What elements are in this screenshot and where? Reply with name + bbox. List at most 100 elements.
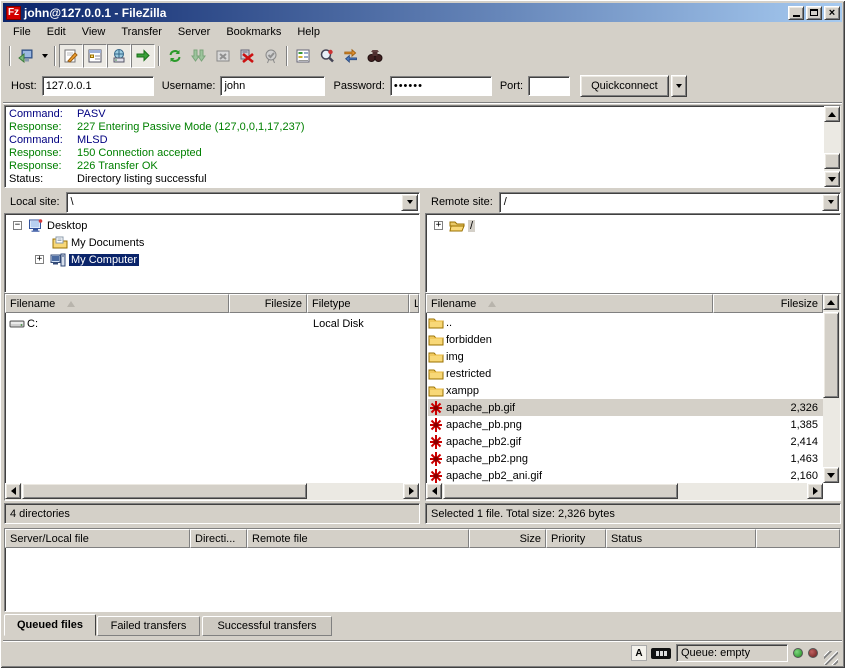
compare-button[interactable] bbox=[315, 44, 339, 68]
remote-row[interactable]: apache_pb2_ani.gif2,160 bbox=[428, 467, 823, 484]
port-input[interactable] bbox=[528, 76, 570, 96]
tree-item-my-documents[interactable]: My Documents bbox=[35, 234, 144, 251]
remote-row[interactable]: forbidden bbox=[428, 331, 823, 348]
queue-column-status[interactable]: Status bbox=[606, 529, 756, 548]
remote-row-selected[interactable]: apache_pb.gif2,326 bbox=[428, 399, 823, 416]
tree-item-root[interactable]: + / bbox=[434, 217, 475, 234]
toggle-remote-tree-button[interactable] bbox=[107, 44, 131, 68]
log-line: Command:PASV bbox=[5, 108, 840, 121]
menu-edit[interactable]: Edit bbox=[39, 24, 74, 40]
log-scrollbar[interactable] bbox=[824, 106, 841, 187]
remote-row[interactable]: apache_pb.png1,385 bbox=[428, 416, 823, 433]
menu-help[interactable]: Help bbox=[289, 24, 328, 40]
expand-expander[interactable]: + bbox=[434, 221, 443, 230]
close-button[interactable]: × bbox=[824, 6, 840, 20]
my-computer-icon bbox=[50, 252, 66, 267]
expand-expander[interactable]: + bbox=[35, 255, 44, 264]
tree-item-desktop[interactable]: − Desktop bbox=[13, 217, 87, 234]
toggle-log-view-button[interactable] bbox=[59, 44, 83, 68]
toggle-local-tree-button[interactable] bbox=[83, 44, 107, 68]
minimize-button[interactable] bbox=[788, 6, 804, 20]
cancel-operation-button[interactable] bbox=[211, 44, 235, 68]
scroll-thumb[interactable] bbox=[824, 153, 840, 169]
remote-row[interactable]: apache_pb2.png1,463 bbox=[428, 450, 823, 467]
menu-server[interactable]: Server bbox=[170, 24, 218, 40]
menu-file[interactable]: File bbox=[5, 24, 39, 40]
tab-failed-transfers[interactable]: Failed transfers bbox=[97, 616, 200, 636]
queue-column-remote-file[interactable]: Remote file bbox=[247, 529, 469, 548]
local-column-filetype[interactable]: Filetype bbox=[307, 294, 409, 313]
quickconnect-dropdown[interactable] bbox=[671, 75, 687, 97]
queue-column-local-file[interactable]: Server/Local file bbox=[5, 529, 190, 548]
queue-column-direction[interactable]: Directi... bbox=[190, 529, 247, 548]
local-hscrollbar[interactable] bbox=[5, 483, 419, 500]
scroll-left-button[interactable] bbox=[5, 483, 21, 499]
menu-bookmarks[interactable]: Bookmarks bbox=[218, 24, 289, 40]
remote-tree: + / bbox=[425, 213, 841, 293]
remote-site-combo[interactable]: / bbox=[499, 192, 841, 213]
password-input[interactable] bbox=[390, 76, 492, 96]
tab-successful-transfers[interactable]: Successful transfers bbox=[202, 616, 332, 636]
tree-item-my-computer[interactable]: + My Computer bbox=[35, 251, 139, 268]
scroll-up-button[interactable] bbox=[823, 294, 839, 310]
scroll-down-button[interactable] bbox=[824, 171, 840, 187]
remote-hscrollbar[interactable] bbox=[426, 483, 823, 500]
local-column-filesize[interactable]: Filesize bbox=[229, 294, 307, 313]
menu-view[interactable]: View bbox=[74, 24, 114, 40]
remote-row[interactable]: restricted bbox=[428, 365, 823, 382]
window-title: john@127.0.0.1 - FileZilla bbox=[24, 6, 786, 20]
remote-row[interactable]: img bbox=[428, 348, 823, 365]
remote-site-label: Remote site: bbox=[425, 196, 499, 208]
local-column-lastmodified[interactable]: L bbox=[409, 294, 419, 313]
site-manager-dropdown[interactable] bbox=[38, 45, 51, 67]
host-input[interactable] bbox=[42, 76, 154, 96]
toggle-queue-view-button[interactable] bbox=[131, 44, 155, 68]
local-row-c-drive[interactable]: C: Local Disk bbox=[9, 315, 409, 332]
toolbar-separator bbox=[9, 46, 11, 66]
image-file-icon bbox=[428, 417, 444, 432]
collapse-expander[interactable]: − bbox=[13, 221, 22, 230]
scroll-thumb[interactable] bbox=[22, 483, 307, 499]
remote-site-dropdown[interactable] bbox=[822, 194, 839, 211]
scroll-up-button[interactable] bbox=[824, 106, 840, 122]
scroll-thumb[interactable] bbox=[823, 312, 839, 398]
green-led-indicator bbox=[793, 648, 803, 658]
synchronized-browsing-button[interactable] bbox=[339, 44, 363, 68]
remote-column-filename[interactable]: Filename bbox=[426, 294, 713, 313]
log-line: Response:226 Transfer OK bbox=[5, 160, 840, 173]
remote-row[interactable]: .. bbox=[428, 314, 823, 331]
disconnect-button[interactable] bbox=[235, 44, 259, 68]
remote-row[interactable]: xampp bbox=[428, 382, 823, 399]
refresh-button[interactable] bbox=[163, 44, 187, 68]
remote-status-text: Selected 1 file. Total size: 2,326 bytes bbox=[431, 508, 615, 520]
quickconnect-button[interactable]: Quickconnect bbox=[580, 75, 669, 97]
scroll-thumb[interactable] bbox=[443, 483, 678, 499]
queue-column-size[interactable]: Size bbox=[469, 529, 546, 548]
scroll-right-button[interactable] bbox=[403, 483, 419, 499]
queue-column-priority[interactable]: Priority bbox=[546, 529, 606, 548]
remote-vscrollbar[interactable] bbox=[823, 294, 840, 483]
local-site-combo[interactable]: \ bbox=[66, 192, 420, 213]
abort-button[interactable] bbox=[259, 44, 283, 68]
maximize-button[interactable] bbox=[806, 6, 822, 20]
queue-column-blank[interactable] bbox=[756, 529, 840, 548]
queue-tabs: Queued files Failed transfers Successful… bbox=[4, 614, 841, 637]
local-site-dropdown[interactable] bbox=[401, 194, 418, 211]
remote-column-filesize[interactable]: Filesize bbox=[713, 294, 823, 313]
menu-transfer[interactable]: Transfer bbox=[113, 24, 170, 40]
filter-button[interactable] bbox=[291, 44, 315, 68]
resize-grip[interactable] bbox=[824, 651, 838, 665]
scroll-down-button[interactable] bbox=[823, 467, 839, 483]
username-input[interactable] bbox=[220, 76, 325, 96]
scroll-left-button[interactable] bbox=[426, 483, 442, 499]
local-site-label: Local site: bbox=[4, 196, 66, 208]
process-queue-button[interactable] bbox=[187, 44, 211, 68]
find-files-button[interactable] bbox=[363, 44, 387, 68]
tab-queued-files[interactable]: Queued files bbox=[4, 614, 96, 636]
remote-row[interactable]: apache_pb2.gif2,414 bbox=[428, 433, 823, 450]
local-column-filename[interactable]: Filename bbox=[5, 294, 229, 313]
title-bar[interactable]: Fz john@127.0.0.1 - FileZilla × bbox=[3, 3, 842, 22]
host-label: Host: bbox=[11, 80, 37, 92]
site-manager-button[interactable] bbox=[14, 44, 38, 68]
scroll-right-button[interactable] bbox=[807, 483, 823, 499]
